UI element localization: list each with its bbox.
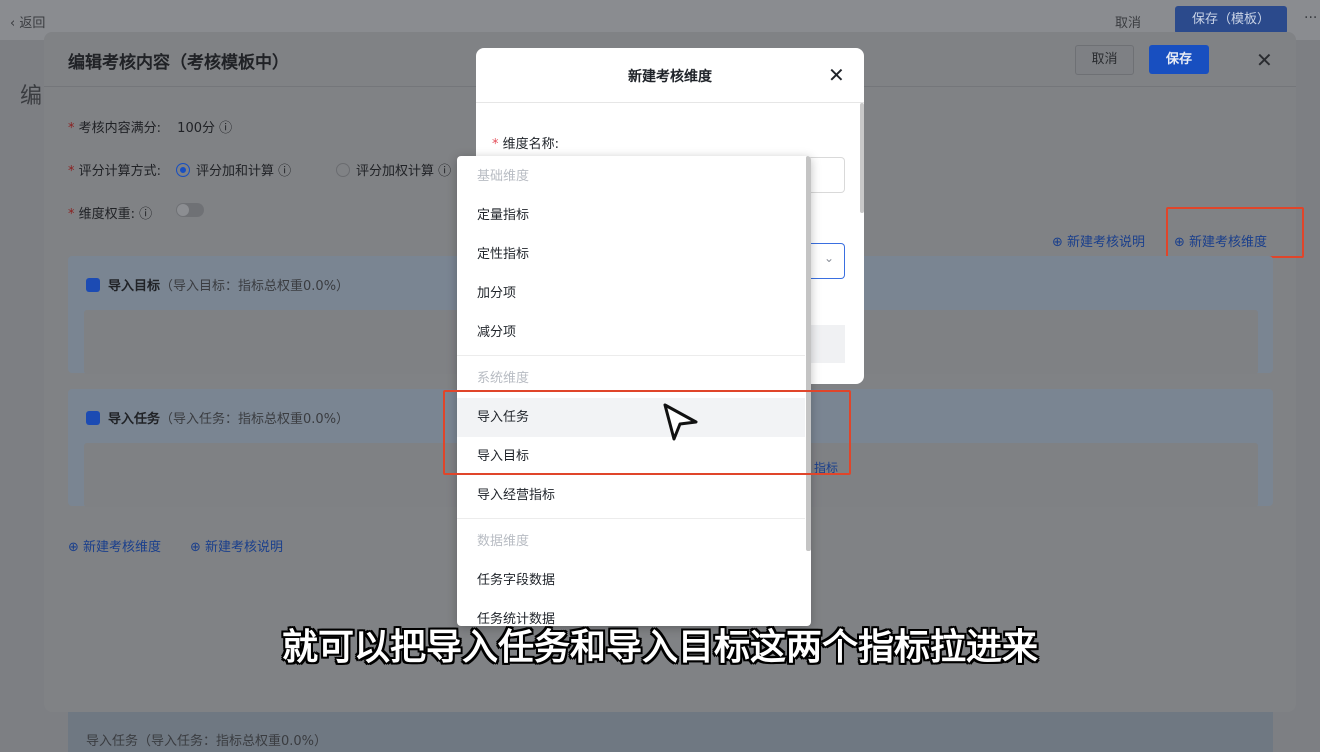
background-card-text: 导入任务（导入任务：指标总权重0.0%）: [86, 734, 328, 749]
radio-unselected-icon[interactable]: [336, 163, 350, 177]
topbar-cancel-button[interactable]: 取消: [1115, 12, 1141, 31]
highlight-box: [1166, 207, 1304, 258]
chevron-left-icon: ‹: [10, 16, 20, 31]
background-page-title: 编: [20, 84, 43, 109]
dimension-name-label: * 维度名称:: [492, 137, 560, 152]
panel-save-button[interactable]: 保存: [1149, 45, 1209, 74]
required-mark: *: [68, 121, 79, 136]
dropdown-scrollbar[interactable]: [806, 156, 811, 551]
group-label-data: 数据维度: [477, 534, 530, 549]
option-deduction[interactable]: 减分项: [457, 313, 805, 352]
plus-circle-icon: ⊕: [68, 540, 84, 555]
target-icon: [86, 278, 100, 292]
full-score-value: 100分 ⓘ: [177, 121, 233, 136]
video-subtitle: 就可以把导入任务和导入目标这两个指标拉进来: [281, 627, 1038, 668]
weight-row: * 维度权重: ⓘ: [68, 207, 153, 222]
bottom-new-description-link[interactable]: ⊕ 新建考核说明: [190, 536, 283, 555]
calc-option-sum[interactable]: 评分加和计算 ⓘ: [176, 160, 291, 179]
radio-selected-icon[interactable]: [176, 163, 190, 177]
plus-circle-icon: ⊕: [190, 540, 206, 555]
required-mark: *: [68, 164, 79, 179]
dialog-title: 新建考核维度: [628, 69, 712, 85]
panel-cancel-button[interactable]: 取消: [1075, 45, 1134, 75]
calc-method-row: * 评分计算方式:: [68, 164, 162, 179]
option-bonus[interactable]: 加分项: [457, 274, 805, 313]
group-label-basic: 基础维度: [477, 169, 530, 184]
required-mark: *: [68, 207, 79, 222]
dialog-divider: [476, 102, 864, 103]
panel-title: 编辑考核内容（考核模板中）: [68, 53, 289, 73]
plus-circle-icon: ⊕: [1052, 235, 1068, 250]
new-description-link[interactable]: ⊕ 新建考核说明: [1052, 231, 1145, 250]
bottom-new-dimension-link[interactable]: ⊕ 新建考核维度: [68, 536, 161, 555]
topbar-save-template-button[interactable]: 保存（模板）: [1175, 6, 1287, 34]
option-quantitative[interactable]: 定量指标: [457, 196, 805, 235]
option-qualitative[interactable]: 定性指标: [457, 235, 805, 274]
more-icon[interactable]: ···: [1304, 10, 1317, 26]
highlight-box: [443, 390, 851, 475]
calc-option-weighted[interactable]: 评分加权计算 ⓘ: [336, 160, 451, 179]
weight-toggle[interactable]: [176, 203, 204, 217]
dropdown-divider: [457, 518, 805, 519]
dropdown-divider: [457, 355, 805, 356]
chevron-down-icon[interactable]: ⌄: [824, 251, 834, 265]
mouse-cursor-icon: [663, 403, 698, 441]
panel-close-icon[interactable]: ✕: [1256, 48, 1273, 72]
back-button[interactable]: ‹ 返回: [10, 12, 45, 31]
task-list-icon: [86, 411, 100, 425]
card-title: 导入任务（导入任务：指标总权重0.0%）: [86, 408, 349, 427]
option-task-field-data[interactable]: 任务字段数据: [457, 561, 805, 600]
dialog-scrollbar[interactable]: [860, 103, 864, 213]
card-title: 导入目标（导入目标：指标总权重0.0%）: [86, 275, 349, 294]
full-score-row: * 考核内容满分: 100分 ⓘ: [68, 121, 233, 136]
dialog-close-icon[interactable]: ✕: [828, 63, 845, 87]
option-import-business-indicators[interactable]: 导入经营指标: [457, 476, 805, 515]
